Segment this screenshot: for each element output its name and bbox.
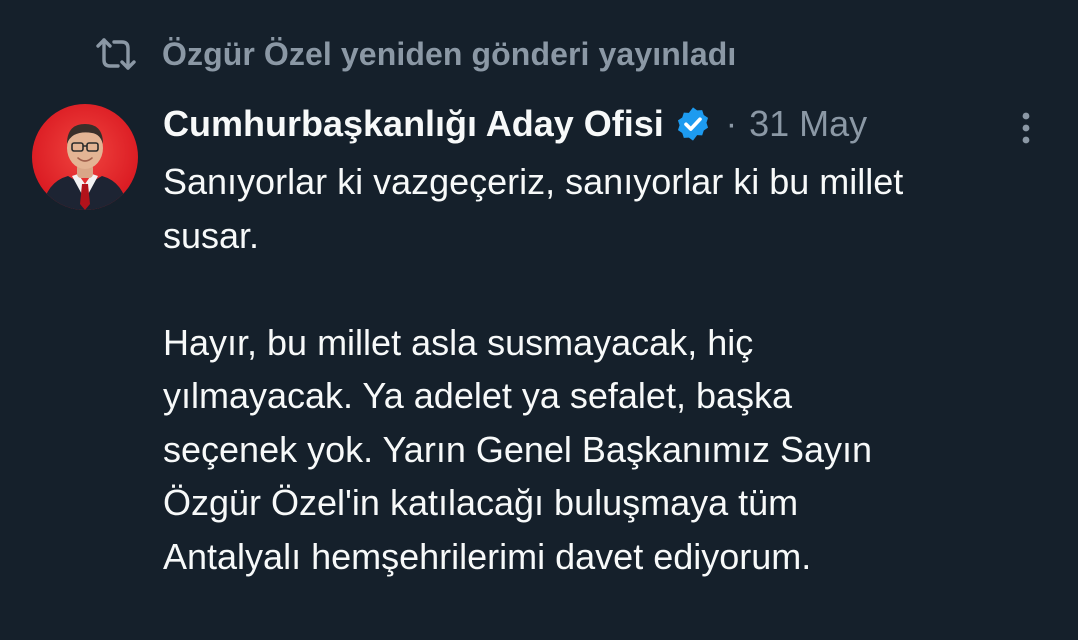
repost-context[interactable]: Özgür Özel yeniden gönderi yayınladı: [94, 30, 736, 78]
paragraph-break: [163, 262, 1063, 316]
tweet-text-line: yılmayacak. Ya adelet ya sefalet, başka: [163, 375, 793, 416]
tweet-header: Cumhurbaşkanlığı Aday Ofisi · 31 May: [163, 98, 867, 150]
avatar-photo: [32, 104, 138, 210]
more-vertical-icon: [1022, 112, 1030, 144]
header-separator: ·: [725, 104, 738, 143]
repost-label: Özgür Özel yeniden gönderi yayınladı: [162, 35, 737, 72]
verified-badge-icon[interactable]: [674, 105, 712, 143]
tweet-text-line: Özgür Özel'in katılacağı buluşmaya tüm: [163, 482, 799, 523]
tweet-text-line: susar.: [163, 214, 260, 256]
tweet-card[interactable]: Özgür Özel yeniden gönderi yayınladı Cum…: [0, 0, 1078, 640]
avatar[interactable]: [32, 104, 138, 210]
tweet-text-line: Hayır, bu millet asla susmayacak, hiç: [163, 321, 754, 363]
more-options-button[interactable]: [1008, 108, 1044, 148]
tweet-text: Sanıyorlar ki vazgeçeriz, sanıyorlar ki …: [163, 155, 1063, 583]
tweet-text-line: seçenek yok. Yarın Genel Başkanımız Sayı…: [163, 428, 873, 470]
tweet-date[interactable]: 31 May: [749, 103, 867, 145]
tweet-text-line: Sanıyorlar ki vazgeçeriz, sanıyorlar ki …: [163, 161, 904, 202]
author-display-name[interactable]: Cumhurbaşkanlığı Aday Ofisi: [163, 103, 664, 145]
repost-icon: [94, 36, 138, 72]
tweet-text-line: Antalyalı hemşehrilerimi davet ediyorum.: [163, 535, 812, 577]
